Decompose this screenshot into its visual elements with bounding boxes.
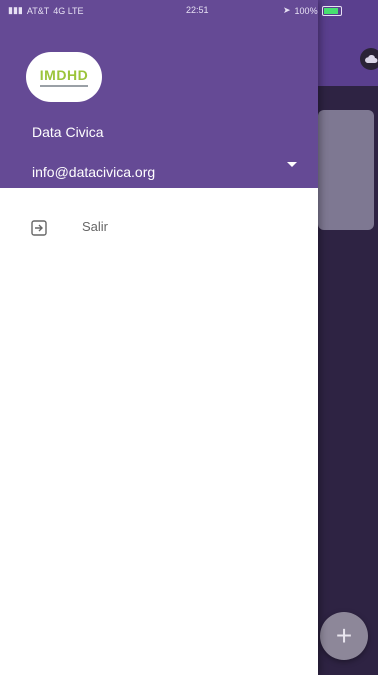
account-email[interactable]: info@datacivica.org (32, 164, 155, 180)
cloud-icon (365, 54, 378, 63)
menu-item-label: Salir (82, 219, 109, 234)
menu-item-logout[interactable]: Salir (0, 210, 318, 246)
location-icon: ➤ (283, 5, 291, 15)
chevron-down-icon[interactable] (284, 156, 300, 172)
organization-logo[interactable]: IMDHD (26, 52, 102, 102)
network-type: 4G LTE (53, 5, 84, 16)
logout-icon (31, 220, 47, 236)
logo-tagline-lines (40, 85, 88, 87)
carrier-name: AT&T (26, 5, 50, 16)
cloud-upload-button[interactable] (360, 48, 378, 70)
logo-text: IMDHD (39, 67, 89, 83)
add-fab-button[interactable]: + (320, 612, 368, 660)
signal-icon: ▮▮▮ (8, 5, 23, 15)
clock: 22:51 (186, 5, 209, 15)
drawer-header: IMDHD Data Civica info@datacivica.org (0, 0, 318, 188)
battery-percent: 100% (294, 5, 318, 16)
battery-icon (321, 5, 342, 16)
status-bar: ▮▮▮ AT&T 4G LTE 22:51 ➤ 100% (0, 0, 378, 20)
navigation-drawer: IMDHD Data Civica info@datacivica.org Sa… (0, 0, 318, 675)
content-card[interactable] (318, 110, 374, 230)
account-name: Data Civica (32, 124, 104, 140)
